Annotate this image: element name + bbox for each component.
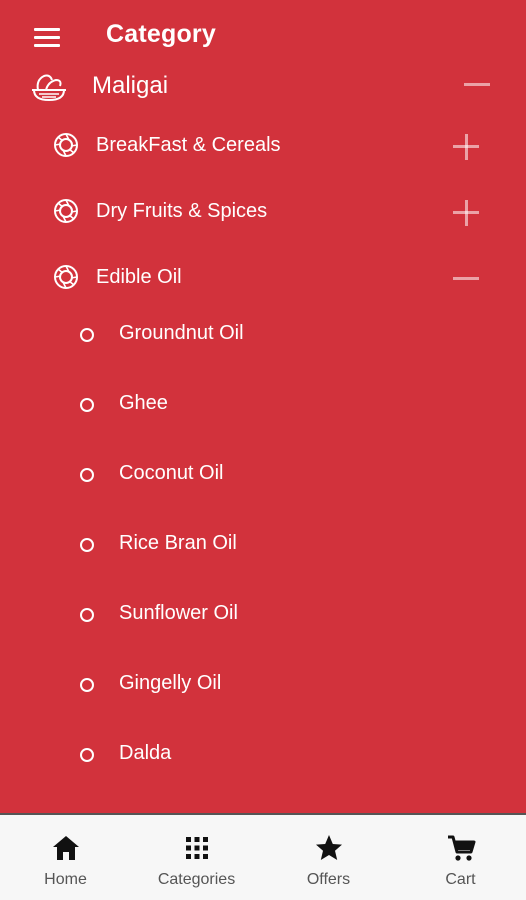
expand-icon[interactable]	[451, 198, 481, 228]
list-item-groundnut-oil[interactable]: Groundnut Oil	[0, 310, 526, 360]
bullet-circle-icon	[80, 608, 94, 622]
nav-cart[interactable]: Cart	[395, 815, 526, 900]
list-item-sunflower-oil[interactable]: Sunflower Oil	[0, 590, 526, 640]
list-item-rice-bran-oil[interactable]: Rice Bran Oil	[0, 520, 526, 570]
list-item-label: Rice Bran Oil	[119, 532, 237, 554]
nav-label: Categories	[157, 871, 236, 888]
bullet-circle-icon	[80, 328, 94, 342]
expand-icon[interactable]	[451, 132, 481, 162]
star-icon	[315, 835, 342, 860]
subcategory-row-edible-oil[interactable]: Edible Oil	[0, 256, 526, 302]
list-item-label: Ghee	[119, 392, 168, 414]
subcategory-row-dry-fruits-spices[interactable]: Dry Fruits & Spices	[0, 190, 526, 236]
list-item-ghee[interactable]: Ghee	[0, 380, 526, 430]
nav-categories[interactable]: Categories	[131, 815, 262, 900]
subcategory-label: BreakFast & Cereals	[96, 134, 281, 156]
nav-home[interactable]: Home	[0, 815, 131, 900]
list-item-gingelly-oil[interactable]: Gingelly Oil	[0, 660, 526, 710]
bullet-circle-icon	[80, 538, 94, 552]
nav-offers[interactable]: Offers	[263, 815, 394, 900]
bullet-circle-icon	[80, 748, 94, 762]
subcategory-label: Dry Fruits & Spices	[96, 200, 268, 222]
nav-label: Offers	[306, 871, 351, 888]
app-screen: Category Maligai BreakFast & Cereals Dry…	[0, 0, 526, 900]
nav-label: Home	[44, 871, 87, 888]
collapse-icon[interactable]	[462, 70, 492, 100]
aperture-icon	[54, 199, 78, 223]
list-item-label: Dalda	[119, 742, 172, 764]
list-item-label: Coconut Oil	[119, 462, 224, 484]
category-label: Maligai	[92, 72, 169, 99]
cart-icon	[447, 835, 475, 861]
list-item-label: Sunflower Oil	[119, 602, 238, 624]
app-header: Category	[0, 0, 526, 72]
list-item-dalda[interactable]: Dalda	[0, 730, 526, 780]
aperture-icon	[54, 133, 78, 157]
list-item-label: Gingelly Oil	[119, 672, 222, 694]
aperture-icon	[54, 265, 78, 289]
bullet-circle-icon	[80, 678, 94, 692]
list-item-label: Groundnut Oil	[119, 322, 244, 344]
grid-icon	[185, 837, 208, 859]
list-item-coconut-oil[interactable]: Coconut Oil	[0, 450, 526, 500]
home-icon	[52, 836, 79, 860]
grocery-basket-icon	[32, 74, 66, 102]
collapse-icon[interactable]	[451, 264, 481, 294]
page-title: Category	[106, 20, 216, 48]
bullet-circle-icon	[80, 398, 94, 412]
subcategory-label: Edible Oil	[96, 266, 182, 288]
nav-label: Cart	[445, 871, 476, 888]
hamburger-menu-icon[interactable]	[30, 24, 64, 52]
bullet-circle-icon	[80, 468, 94, 482]
subcategory-row-breakfast-cereals[interactable]: BreakFast & Cereals	[0, 124, 526, 170]
bottom-navigation: Home Categories Offers Cart	[0, 813, 526, 900]
category-row-maligai[interactable]: Maligai	[0, 64, 526, 112]
